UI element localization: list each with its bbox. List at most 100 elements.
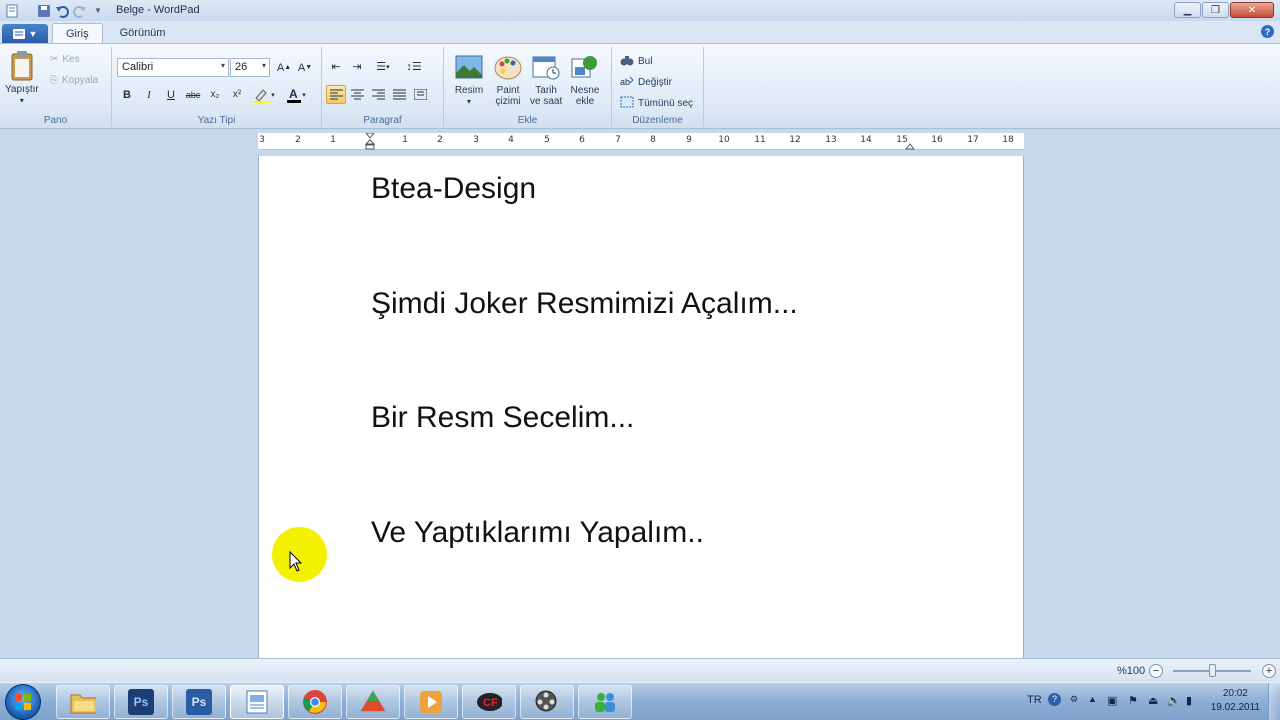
- calendar-clock-icon: [531, 52, 561, 82]
- ruler-label: 3: [259, 135, 265, 145]
- language-indicator[interactable]: TR: [1027, 694, 1042, 706]
- insert-object-button[interactable]: Nesne ekle: [570, 52, 600, 107]
- paragraph-settings-icon[interactable]: [410, 85, 430, 104]
- ruler-label: 7: [615, 135, 621, 145]
- ruler-label: 3: [473, 135, 479, 145]
- right-indent-marker[interactable]: [904, 140, 916, 150]
- font-color-icon: A: [287, 87, 302, 103]
- show-desktop-button[interactable]: [1268, 683, 1280, 720]
- taskbar-messenger[interactable]: [578, 685, 632, 719]
- align-right-icon[interactable]: [368, 85, 388, 104]
- media-player-icon: [418, 689, 444, 715]
- tab-view[interactable]: Görünüm: [107, 23, 179, 43]
- ruler-label: 1: [402, 135, 408, 145]
- document-line[interactable]: Şimdi Joker Resmimizi Açalım...: [371, 287, 798, 321]
- shrink-font-icon[interactable]: A ▼: [295, 58, 315, 77]
- increase-indent-icon[interactable]: ⇥: [347, 57, 367, 76]
- grow-font-icon[interactable]: A ▲: [274, 58, 294, 77]
- help-icon[interactable]: ?: [1261, 25, 1274, 38]
- input-settings-icon[interactable]: ⚙: [1070, 694, 1078, 705]
- ruler[interactable]: 3 2 1 1 2 3 4 5 6 7 8 9 10 11 12 13 14 1…: [258, 132, 1024, 150]
- redo-icon[interactable]: [72, 3, 88, 19]
- clipboard-icon: [7, 51, 37, 81]
- paint-drawing-button[interactable]: Paint çizimi: [493, 52, 523, 107]
- taskbar-explorer[interactable]: [56, 685, 110, 719]
- select-all-icon: [620, 96, 634, 111]
- paste-button[interactable]: Yapıştır ▾: [5, 51, 39, 106]
- font-color-button[interactable]: A ▾: [281, 85, 311, 104]
- cut-button[interactable]: ✂ Kes: [50, 54, 80, 65]
- ruler-label: 2: [295, 135, 301, 145]
- replace-button[interactable]: ab Değiştir: [620, 75, 672, 90]
- taskbar-photoshop-2[interactable]: Ps: [172, 685, 226, 719]
- taskbar-chrome[interactable]: [288, 685, 342, 719]
- tab-home[interactable]: Giriş: [52, 23, 103, 43]
- decrease-indent-icon[interactable]: ⇤: [326, 57, 346, 76]
- strikethrough-button[interactable]: abc: [183, 85, 203, 104]
- font-size-select[interactable]: 26: [230, 58, 270, 77]
- undo-icon[interactable]: [54, 3, 70, 19]
- zoom-slider-handle[interactable]: [1209, 664, 1216, 677]
- insert-picture-button[interactable]: Resim ▾: [454, 52, 484, 107]
- clock[interactable]: 20:02 19.02.2011: [1211, 687, 1260, 715]
- line-spacing-icon[interactable]: ↕☰: [399, 57, 429, 76]
- chrome-icon: [302, 689, 328, 715]
- start-button[interactable]: [5, 684, 41, 720]
- minimize-button[interactable]: ▁: [1174, 2, 1201, 18]
- binoculars-icon: [620, 54, 634, 69]
- highlight-color-button[interactable]: ▾: [249, 85, 279, 104]
- align-center-icon[interactable]: [347, 85, 367, 104]
- bullets-icon[interactable]: ☰ ▾: [368, 57, 398, 76]
- app-menu-button[interactable]: ▼: [2, 24, 48, 43]
- italic-button[interactable]: I: [139, 85, 159, 104]
- date-time-button[interactable]: Tarih ve saat: [530, 52, 562, 107]
- taskbar-wordpad[interactable]: [230, 685, 284, 719]
- customize-icon[interactable]: ▼: [90, 3, 106, 19]
- taskbar-video[interactable]: [520, 685, 574, 719]
- taskbar-app[interactable]: [346, 685, 400, 719]
- signal-icon[interactable]: ▮: [1186, 694, 1192, 707]
- taskbar-game[interactable]: CF: [462, 685, 516, 719]
- taskbar-media-player[interactable]: [404, 685, 458, 719]
- help-icon[interactable]: ?: [1048, 693, 1061, 706]
- zoom-in-button[interactable]: +: [1262, 664, 1276, 678]
- font-family-select[interactable]: Calibri: [117, 58, 229, 77]
- document-line[interactable]: Bir Resm Secelim...: [371, 401, 634, 435]
- maximize-button[interactable]: ❐: [1202, 2, 1229, 18]
- save-icon[interactable]: [36, 3, 52, 19]
- svg-text:A: A: [289, 87, 298, 101]
- zoom-out-button[interactable]: −: [1149, 664, 1163, 678]
- show-hidden-icons-icon[interactable]: ▲: [1088, 694, 1097, 704]
- ruler-label: 16: [931, 135, 943, 145]
- subscript-button[interactable]: x₂: [205, 85, 225, 104]
- document-line[interactable]: Btea-Design: [371, 172, 536, 206]
- ruler-label: 12: [789, 135, 801, 145]
- ruler-label: 13: [825, 135, 837, 145]
- insert-group-label: Ekle: [517, 115, 538, 126]
- document-line[interactable]: Ve Yaptıklarımı Yapalım..: [371, 516, 704, 550]
- action-center-icon[interactable]: ⚑: [1128, 694, 1138, 707]
- network-icon[interactable]: ▣: [1107, 694, 1117, 707]
- close-button[interactable]: ✕: [1230, 2, 1274, 18]
- justify-icon[interactable]: [389, 85, 409, 104]
- left-indent-marker[interactable]: [364, 132, 376, 150]
- windows-logo-icon: [15, 694, 31, 710]
- align-left-icon[interactable]: [326, 85, 346, 104]
- picture-icon: [454, 52, 484, 82]
- superscript-button[interactable]: x²: [227, 85, 247, 104]
- find-button[interactable]: Bul: [620, 54, 652, 69]
- font-group-label: Yazı Tipi: [197, 115, 236, 126]
- window-controls: ▁ ❐ ✕: [1174, 2, 1274, 18]
- taskbar-photoshop[interactable]: Ps: [114, 685, 168, 719]
- volume-icon[interactable]: 🔈: [1167, 694, 1181, 707]
- photoshop-icon: Ps: [186, 689, 212, 715]
- select-all-button[interactable]: Tümünü seç: [620, 96, 693, 111]
- usb-icon[interactable]: ⏏: [1148, 694, 1158, 707]
- bold-button[interactable]: B: [117, 85, 137, 104]
- copy-button[interactable]: ⎘ Kopyala: [50, 75, 98, 86]
- ruler-label: 6: [579, 135, 585, 145]
- ruler-label: 11: [754, 135, 766, 145]
- document-page[interactable]: Btea-Design Şimdi Joker Resmimizi Açalım…: [258, 156, 1024, 658]
- underline-button[interactable]: U: [161, 85, 181, 104]
- app-icon[interactable]: [4, 3, 20, 19]
